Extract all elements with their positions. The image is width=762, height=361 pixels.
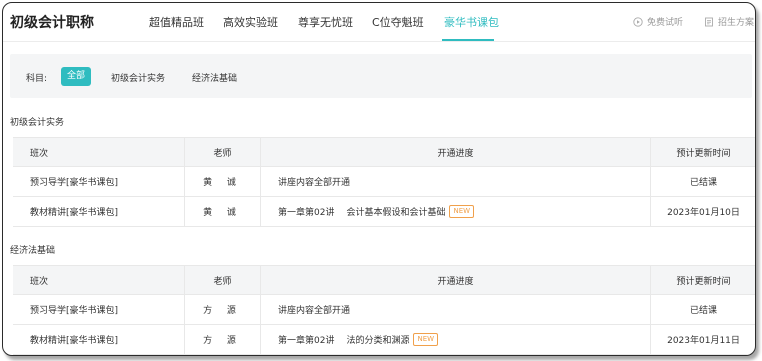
filter-option-accounting[interactable]: 初级会计实务 <box>111 71 165 84</box>
table-row[interactable]: 预习导学[豪华书课包] 方 源 讲座内容全部开通 已结课 <box>13 295 755 325</box>
column-header-class: 班次 <box>13 138 185 166</box>
progress-cell: 第一章第02讲 法的分类和渊源 NEW <box>261 325 651 354</box>
filter-option-all[interactable]: 全部 <box>61 67 91 86</box>
teacher-name: 方 源 <box>185 325 261 354</box>
play-icon <box>633 16 643 27</box>
lecture-number: 第一章第02讲 <box>278 336 335 346</box>
teacher-name: 黄 诚 <box>185 167 261 196</box>
progress-text: 讲座内容全部开通 <box>261 167 651 196</box>
section-title-economic-law: 经济法基础 <box>10 246 56 256</box>
update-status: 已结课 <box>689 306 717 316</box>
lecture-number: 第一章第02讲 <box>278 208 335 218</box>
table-row[interactable]: 教材精讲[豪华书课包] 黄 诚 第一章第02讲 会计基本假设和会计基础 NEW … <box>13 197 755 227</box>
course-table-accounting: 班次 老师 开通进度 预计更新时间 预习导学[豪华书课包] 黄 诚 讲座内容全部… <box>13 137 755 227</box>
column-header-updated: 预计更新时间 <box>676 148 731 159</box>
table-row[interactable]: 教材精讲[豪华书课包] 方 源 第一章第02讲 法的分类和渊源 NEW 2023… <box>13 325 755 355</box>
course-table-economic-law: 班次 老师 开通进度 预计更新时间 预习导学[豪华书课包] 方 源 讲座内容全部… <box>13 265 755 355</box>
class-name[interactable]: 预习导学[豪华书课包] <box>13 167 185 196</box>
subject-filter-label: 科目: <box>26 74 48 84</box>
page-title: 初级会计职称 <box>10 15 94 31</box>
column-header-updated: 预计更新时间 <box>676 276 731 287</box>
tab-c-position-class[interactable]: C位夺魁班 <box>372 14 424 30</box>
class-name[interactable]: 预习导学[豪华书课包] <box>13 295 185 324</box>
top-nav: 初级会计职称 超值精品班 高效实验班 尊享无忧班 C位夺魁班 豪华书课包 免费试… <box>3 3 755 42</box>
document-icon <box>705 17 713 26</box>
admissions-label: 招生方案 <box>718 18 755 28</box>
column-header-teacher: 老师 <box>185 266 261 294</box>
column-header-class: 班次 <box>13 266 185 294</box>
page-frame: 初级会计职称 超值精品班 高效实验班 尊享无忧班 C位夺魁班 豪华书课包 免费试… <box>2 2 756 356</box>
lecture-topic[interactable]: 会计基本假设和会计基础 <box>346 205 445 218</box>
tab-premium-class[interactable]: 尊享无忧班 <box>298 14 353 30</box>
progress-cell: 第一章第02讲 会计基本假设和会计基础 NEW <box>261 197 651 226</box>
active-tab-indicator <box>442 39 494 41</box>
progress-text: 讲座内容全部开通 <box>261 295 651 324</box>
lecture-topic[interactable]: 法的分类和渊源 <box>346 333 409 346</box>
filter-option-economic-law[interactable]: 经济法基础 <box>192 71 237 84</box>
tab-value-class[interactable]: 超值精品班 <box>149 14 204 30</box>
section-title-accounting: 初级会计实务 <box>10 118 65 128</box>
admissions-link[interactable]: 招生方案 <box>704 15 754 28</box>
tab-luxury-book-package[interactable]: 豪华书课包 <box>444 14 499 30</box>
update-date: 2023年01月11日 <box>667 336 740 346</box>
teacher-name: 方 源 <box>185 295 261 324</box>
column-header-progress: 开通进度 <box>261 266 651 294</box>
class-name[interactable]: 教材精讲[豪华书课包] <box>13 325 185 354</box>
column-header-progress: 开通进度 <box>261 138 651 166</box>
free-trial-link[interactable]: 免费试听 <box>633 15 683 28</box>
class-name[interactable]: 教材精讲[豪华书课包] <box>13 197 185 226</box>
column-header-teacher: 老师 <box>185 138 261 166</box>
subject-filter-bar: 科目: 全部 初级会计实务 经济法基础 <box>10 54 752 98</box>
table-row[interactable]: 预习导学[豪华书课包] 黄 诚 讲座内容全部开通 已结课 <box>13 167 755 197</box>
free-trial-label: 免费试听 <box>647 18 684 28</box>
update-date: 2023年01月10日 <box>667 208 740 218</box>
teacher-name: 黄 诚 <box>185 197 261 226</box>
update-status: 已结课 <box>689 178 717 188</box>
new-badge: NEW <box>449 205 475 218</box>
tab-efficient-class[interactable]: 高效实验班 <box>223 14 278 30</box>
table-header-row: 班次 老师 开通进度 预计更新时间 <box>13 137 755 167</box>
table-header-row: 班次 老师 开通进度 预计更新时间 <box>13 265 755 295</box>
new-badge: NEW <box>413 333 439 346</box>
